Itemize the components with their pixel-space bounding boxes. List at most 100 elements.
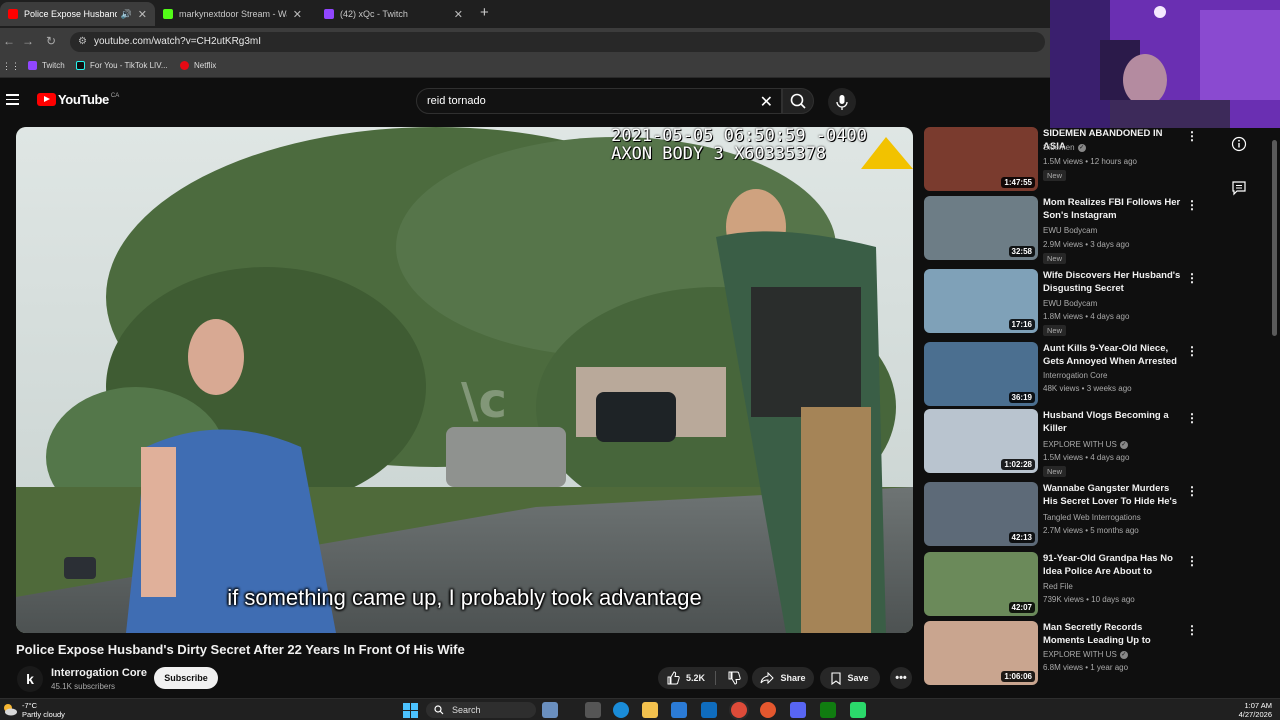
app-icon[interactable] (760, 702, 776, 718)
video-thumbnail[interactable]: 17:16 (924, 269, 1038, 333)
rec-title[interactable]: Man Secretly Records Moments Leading Up … (1043, 621, 1181, 647)
rec-channel[interactable]: Tangled Web Interrogations (1043, 513, 1141, 522)
rec-title[interactable]: Mom Realizes FBI Follows Her Son's Insta… (1043, 196, 1181, 222)
bookmarks-bar: ⋮⋮ Twitch For You - TikTok LIV... Netfli… (0, 56, 1050, 78)
video-thumbnail[interactable]: 1:47:55 (924, 127, 1038, 191)
dislike-button[interactable] (720, 667, 748, 689)
kebab-menu-icon[interactable]: ⋮ (1186, 554, 1198, 568)
save-button[interactable]: Save (820, 667, 880, 689)
streamer-webcam (1050, 0, 1280, 128)
recommendation-item[interactable]: 1:47:55 SIDEMEN ABANDONED IN ASIA Sideme… (924, 127, 1274, 191)
task-view-icon[interactable] (585, 702, 601, 718)
channel-avatar[interactable]: k (17, 666, 43, 692)
search-button[interactable] (782, 88, 814, 114)
discord-icon[interactable] (790, 702, 806, 718)
rec-title[interactable]: Wife Discovers Her Husband's Disgusting … (1043, 269, 1181, 295)
bookmark-label: For You - TikTok LIV... (90, 61, 168, 70)
store-icon[interactable] (671, 702, 687, 718)
browser-tab[interactable]: (42) xQc - Twitch ✕ (316, 2, 471, 26)
kebab-menu-icon[interactable]: ⋮ (1186, 198, 1198, 212)
video-thumbnail[interactable]: 32:58 (924, 196, 1038, 260)
video-thumbnail[interactable]: 36:19 (924, 342, 1038, 406)
new-tab-button[interactable]: + (480, 4, 489, 21)
recommendation-item[interactable]: 36:19 Aunt Kills 9-Year-Old Niece, Gets … (924, 342, 1274, 406)
kebab-menu-icon[interactable]: ⋮ (1186, 271, 1198, 285)
rec-channel[interactable]: Red File (1043, 582, 1073, 591)
reload-icon[interactable]: ↻ (46, 34, 56, 48)
kebab-menu-icon[interactable]: ⋮ (1186, 484, 1198, 498)
rec-title[interactable]: Aunt Kills 9-Year-Old Niece, Gets Annoye… (1043, 342, 1181, 368)
site-info-icon[interactable]: ⚙ (78, 32, 87, 52)
widgets-icon[interactable] (542, 702, 558, 718)
info-icon[interactable] (1231, 136, 1247, 157)
tab-title: Police Expose Husband's Di (24, 9, 117, 19)
speaker-icon[interactable]: 🔊 (121, 9, 132, 20)
bookmark-label: Twitch (42, 61, 65, 70)
chat-icon[interactable] (1231, 180, 1247, 201)
channel-name[interactable]: Interrogation Core (51, 667, 147, 679)
rec-channel[interactable]: EXPLORE WITH US ✓ (1043, 440, 1128, 449)
file-explorer-icon[interactable] (642, 702, 658, 718)
kebab-menu-icon[interactable]: ⋮ (1186, 623, 1198, 637)
rec-channel[interactable]: EWU Bodycam (1043, 299, 1097, 308)
rec-title[interactable]: Wannabe Gangster Murders His Secret Love… (1043, 482, 1181, 508)
edge-icon[interactable] (613, 702, 629, 718)
bookmark-twitch[interactable]: Twitch (28, 61, 65, 70)
video-thumbnail[interactable]: 1:06:06 (924, 621, 1038, 685)
browser-tab[interactable]: Police Expose Husband's Di 🔊 ✕ (0, 2, 155, 26)
weather-temp: -7°C (22, 701, 38, 710)
close-tab-icon[interactable]: ✕ (293, 8, 302, 21)
bookmark-tiktok[interactable]: For You - TikTok LIV... (76, 61, 168, 70)
app-icon[interactable] (850, 702, 866, 718)
video-player[interactable]: \c 2021-05-05 06:50:59 -0400 AXON BODY 3 … (16, 127, 913, 633)
more-actions-button[interactable]: ••• (890, 667, 912, 689)
recommendation-item[interactable]: 1:06:06 Man Secretly Records Moments Lea… (924, 621, 1274, 685)
rec-title[interactable]: 91-Year-Old Grandpa Has No Idea Police A… (1043, 552, 1181, 578)
kebab-menu-icon[interactable]: ⋮ (1186, 344, 1198, 358)
kebab-menu-icon[interactable]: ⋮ (1186, 411, 1198, 425)
recommendation-item[interactable]: 42:13 Wannabe Gangster Murders His Secre… (924, 482, 1274, 546)
url-field[interactable]: ⚙ youtube.com/watch?v=CH2utKRg3mI (70, 32, 1045, 52)
twitch-favicon (324, 9, 334, 19)
weather-widget[interactable]: -7°C Partly cloudy (0, 701, 65, 719)
video-thumbnail[interactable]: 42:07 (924, 552, 1038, 616)
recommendation-item[interactable]: 17:16 Wife Discovers Her Husband's Disgu… (924, 269, 1274, 336)
rec-channel[interactable]: Interrogation Core (1043, 371, 1107, 380)
rec-channel[interactable]: EWU Bodycam (1043, 226, 1097, 235)
rec-channel[interactable]: Sidemen ✓ (1043, 143, 1086, 152)
duration-badge: 32:58 (1008, 246, 1035, 257)
video-title: Police Expose Husband's Dirty Secret Aft… (16, 642, 465, 657)
chrome-icon[interactable] (731, 702, 747, 718)
recommendation-item[interactable]: 42:07 91-Year-Old Grandpa Has No Idea Po… (924, 552, 1274, 616)
recommendation-item[interactable]: 1:02:28 Husband Vlogs Becoming a Killer … (924, 409, 1274, 477)
voice-search-button[interactable] (828, 88, 856, 116)
close-tab-icon[interactable]: ✕ (138, 8, 147, 21)
kebab-menu-icon[interactable]: ⋮ (1186, 129, 1198, 143)
new-badge: New (1043, 170, 1067, 181)
new-badge: New (1043, 325, 1067, 336)
page-scrollbar[interactable] (1272, 140, 1277, 336)
system-clock[interactable]: 1:07 AM 4/27/2026 (1239, 701, 1272, 719)
back-icon[interactable]: ← (3, 34, 15, 48)
windows-start-icon[interactable] (403, 703, 418, 718)
bookmark-netflix[interactable]: Netflix (180, 61, 216, 70)
taskbar-search[interactable]: Search (426, 702, 536, 718)
video-thumbnail[interactable]: 42:13 (924, 482, 1038, 546)
subscribe-button[interactable]: Subscribe (154, 667, 218, 689)
video-thumbnail[interactable]: 1:02:28 (924, 409, 1038, 473)
youtube-logo[interactable]: YouTube CA (37, 92, 119, 107)
rec-title[interactable]: Husband Vlogs Becoming a Killer (1043, 409, 1181, 435)
mail-icon[interactable] (701, 702, 717, 718)
browser-tab[interactable]: markynextdoor Stream - Watch ✕ (155, 2, 310, 26)
forward-icon[interactable]: → (22, 34, 34, 48)
hamburger-menu-icon[interactable] (6, 94, 19, 105)
recommendation-item[interactable]: 32:58 Mom Realizes FBI Follows Her Son's… (924, 196, 1274, 264)
clear-search-icon[interactable]: ✕ (760, 92, 773, 112)
close-tab-icon[interactable]: ✕ (454, 8, 463, 21)
search-input[interactable]: reid tornado ✕ (416, 88, 782, 114)
share-button[interactable]: Share (752, 667, 814, 689)
xbox-icon[interactable] (820, 702, 836, 718)
new-badge: New (1043, 466, 1067, 477)
apps-grid-icon[interactable]: ⋮⋮ (2, 61, 20, 72)
rec-channel[interactable]: EXPLORE WITH US ✓ (1043, 650, 1128, 659)
